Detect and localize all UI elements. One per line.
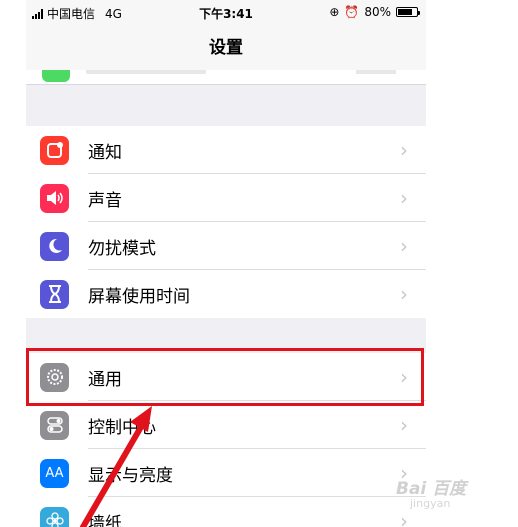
- watermark-subtext: jingyan: [410, 497, 451, 510]
- annotation-arrow: [80, 406, 152, 527]
- watermark-logo: Bai 百度: [396, 479, 467, 499]
